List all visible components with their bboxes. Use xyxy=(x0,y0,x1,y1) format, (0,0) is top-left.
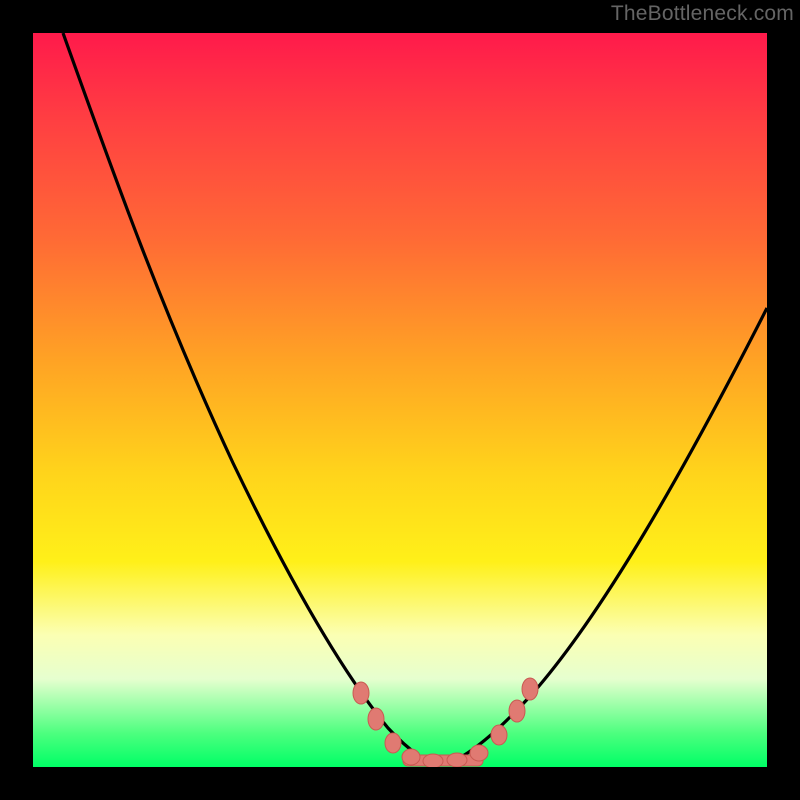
chart-frame: TheBottleneck.com xyxy=(0,0,800,800)
watermark-text: TheBottleneck.com xyxy=(611,2,794,26)
plot-area xyxy=(33,33,767,767)
markers xyxy=(353,678,538,767)
right-curve xyxy=(438,308,767,765)
left-curve xyxy=(63,33,438,765)
chart-svg xyxy=(33,33,767,767)
